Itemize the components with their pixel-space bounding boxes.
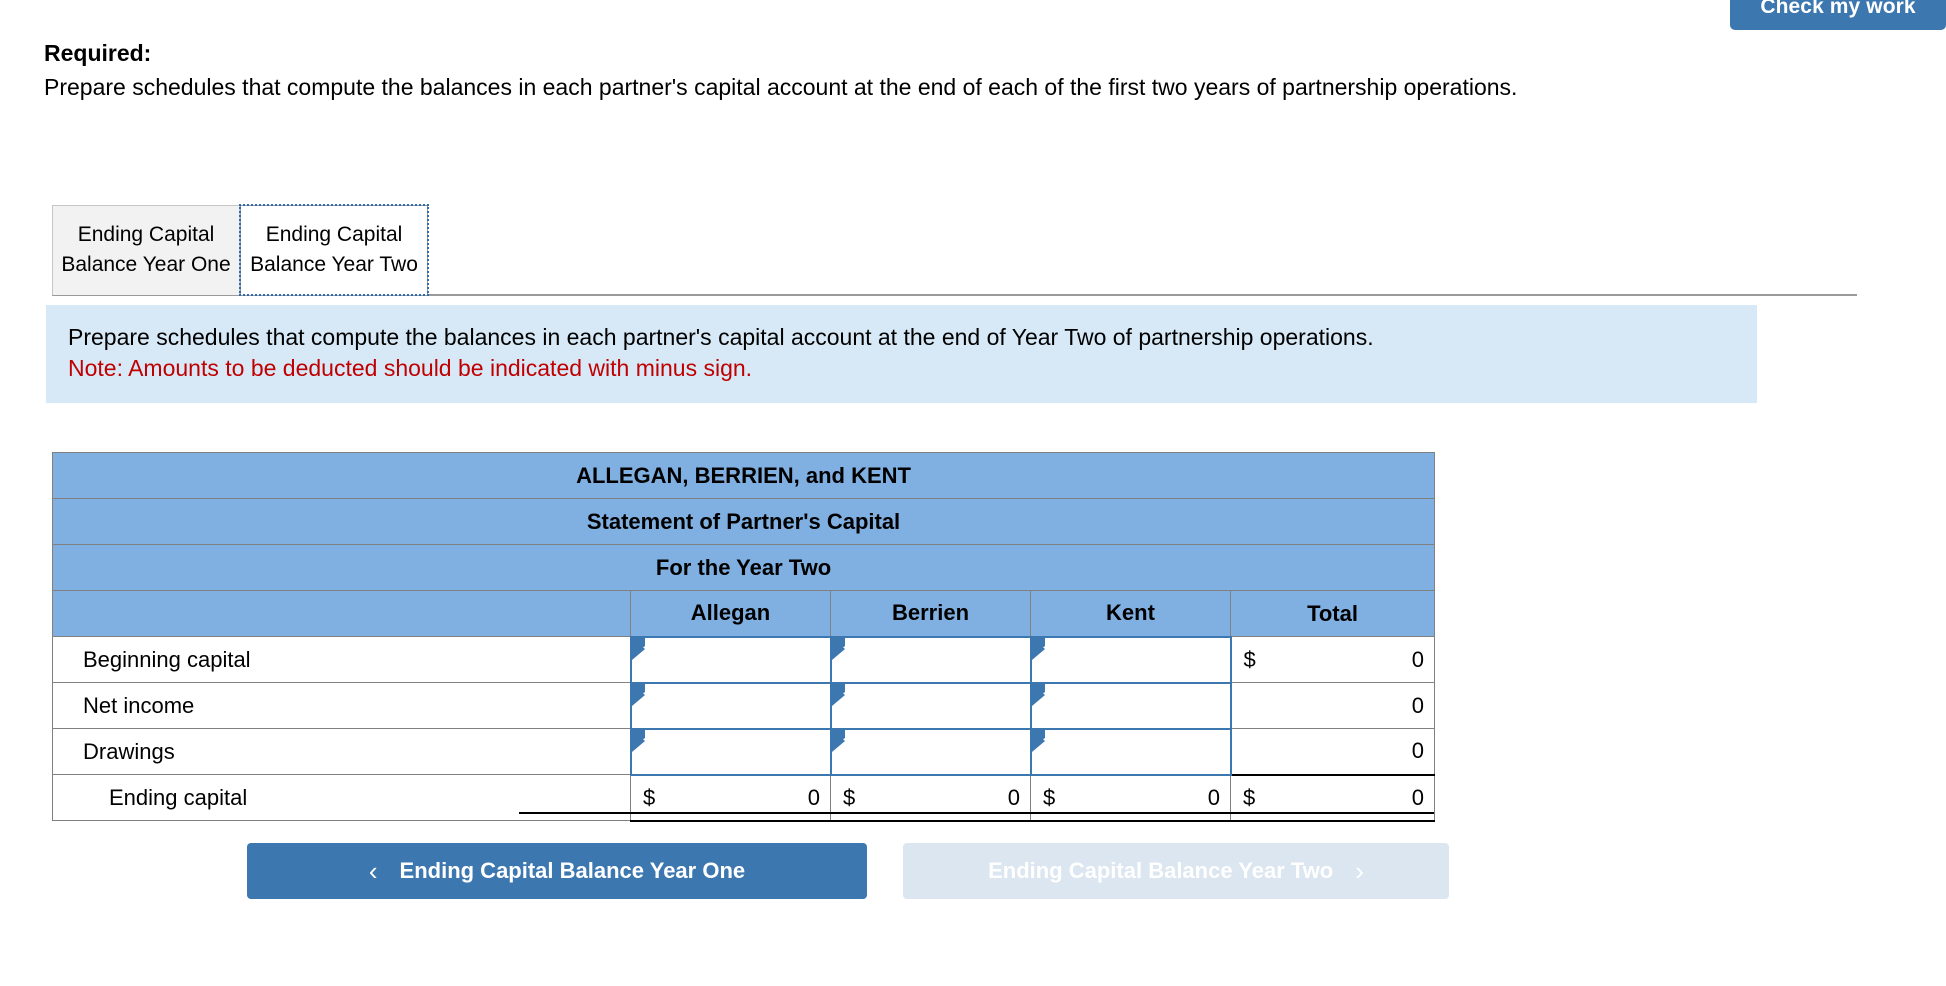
navigation-bar: ‹ Ending Capital Balance Year One Ending…: [247, 843, 1449, 899]
amount: 0: [1411, 692, 1425, 718]
row-label-beginning-capital: Beginning capital: [52, 636, 631, 683]
column-header-berrien: Berrien: [830, 590, 1031, 637]
tab-strip: Ending Capital Balance Year One Ending C…: [52, 204, 1857, 296]
previous-tab-button[interactable]: ‹ Ending Capital Balance Year One: [247, 843, 867, 899]
row-label-net-income: Net income: [52, 682, 631, 729]
chevron-right-icon: ›: [1355, 856, 1364, 886]
currency-symbol: $: [1243, 784, 1256, 810]
column-header-kent: Kent: [1030, 590, 1231, 637]
next-tab-label: Ending Capital Balance Year Two: [988, 858, 1334, 883]
next-tab-button[interactable]: Ending Capital Balance Year Two ›: [903, 843, 1449, 899]
tab-ending-capital-balance-year-one[interactable]: Ending Capital Balance Year One: [52, 205, 240, 295]
table-row: Net income 0: [52, 681, 1436, 730]
input-beginning-capital-berrien[interactable]: [829, 635, 1032, 684]
previous-tab-label: Ending Capital Balance Year One: [399, 858, 746, 883]
closing-double-rule: [519, 812, 1434, 815]
table-row: Drawings 0: [52, 727, 1436, 776]
cell-marker-icon: [1031, 637, 1045, 660]
amount: 0: [1411, 646, 1425, 672]
cell-marker-icon: [1031, 729, 1045, 752]
required-heading: Required:: [44, 40, 152, 66]
amount: 0: [1411, 784, 1425, 810]
required-body: Prepare schedules that compute the balan…: [44, 74, 1518, 100]
amount: 0: [1207, 784, 1220, 810]
input-beginning-capital-allegan[interactable]: [629, 635, 832, 684]
statement-of-partners-capital-table: ALLEGAN, BERRIEN, and KENT Statement of …: [51, 452, 1436, 822]
check-my-work-label: Check my work: [1760, 0, 1916, 18]
table-row: Beginning capital $ 0: [52, 635, 1436, 684]
row-label-drawings: Drawings: [52, 728, 631, 775]
statement-period: For the Year Two: [51, 544, 1436, 591]
instruction-note: Note: Amounts to be deducted should be i…: [68, 355, 753, 381]
input-net-income-kent[interactable]: [1029, 681, 1232, 730]
cell-marker-icon: [631, 683, 645, 706]
input-net-income-berrien[interactable]: [829, 681, 1032, 730]
amount: 0: [1007, 784, 1020, 810]
amount: 0: [1411, 738, 1425, 764]
column-header-blank: [52, 590, 631, 637]
column-header-allegan: Allegan: [630, 590, 831, 637]
currency-symbol: $: [1043, 784, 1056, 810]
cell-marker-icon: [631, 729, 645, 752]
input-drawings-allegan[interactable]: [629, 727, 832, 776]
column-header-total: Total: [1229, 590, 1436, 637]
cell-marker-icon: [831, 637, 845, 660]
amount: 0: [807, 784, 820, 810]
cell-marker-icon: [1031, 683, 1045, 706]
cell-marker-icon: [831, 683, 845, 706]
tab-label: Ending Capital Balance Year Two: [250, 223, 418, 276]
column-header-row: Allegan Berrien Kent Total: [52, 590, 1436, 637]
input-drawings-berrien[interactable]: [829, 727, 1032, 776]
company-name: ALLEGAN, BERRIEN, and KENT: [51, 452, 1436, 499]
tab-label: Ending Capital Balance Year One: [61, 223, 231, 276]
required-section: Required: Prepare schedules that compute…: [44, 38, 1924, 103]
tab-list: Ending Capital Balance Year One Ending C…: [52, 204, 1857, 296]
cell-marker-icon: [631, 637, 645, 660]
input-net-income-allegan[interactable]: [629, 681, 832, 730]
input-drawings-kent[interactable]: [1029, 727, 1232, 776]
instruction-text: Prepare schedules that compute the balan…: [68, 324, 1374, 350]
currency-symbol: $: [643, 784, 656, 810]
table-title-row: For the Year Two: [51, 544, 1436, 591]
check-my-work-button[interactable]: Check my work: [1730, 0, 1946, 30]
cell-marker-icon: [831, 729, 845, 752]
currency-symbol: $: [843, 784, 856, 810]
table-title-row: ALLEGAN, BERRIEN, and KENT: [51, 452, 1436, 499]
table-title-row: Statement of Partner's Capital: [51, 498, 1436, 545]
value-beginning-capital-total: $ 0: [1229, 636, 1436, 683]
statement-name: Statement of Partner's Capital: [51, 498, 1436, 545]
value-drawings-total: 0: [1229, 728, 1436, 775]
currency-symbol: $: [1243, 646, 1256, 672]
instruction-panel: Prepare schedules that compute the balan…: [46, 305, 1757, 403]
input-beginning-capital-kent[interactable]: [1029, 635, 1232, 684]
tab-ending-capital-balance-year-two[interactable]: Ending Capital Balance Year Two: [239, 204, 429, 296]
value-net-income-total: 0: [1229, 682, 1436, 729]
chevron-left-icon: ‹: [368, 856, 378, 886]
